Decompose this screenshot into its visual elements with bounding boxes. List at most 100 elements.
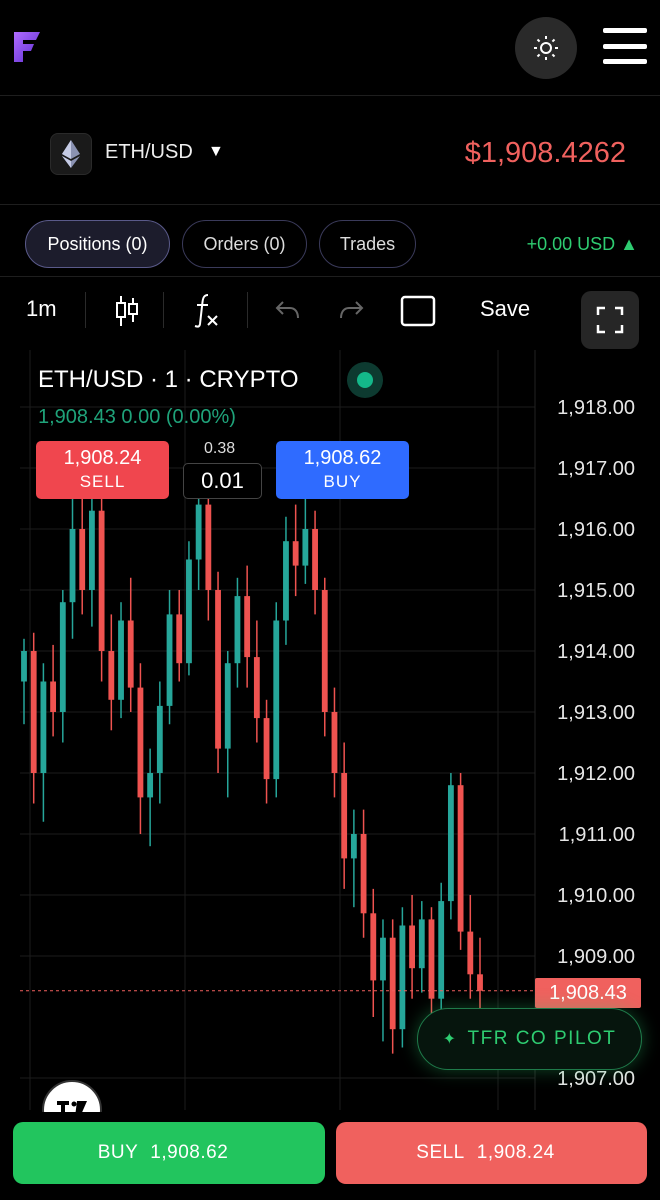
candle-body: [399, 925, 406, 1030]
quick-sell-button[interactable]: 1,908.24 SELL: [36, 441, 169, 499]
candle-body: [341, 773, 348, 859]
pnl-value: +0.00 USD ▲: [526, 234, 638, 254]
buy-button[interactable]: BUY 1,908.62: [13, 1122, 325, 1184]
toolbar-separator: [247, 292, 248, 328]
y-tick-label: 1,907.00: [557, 1068, 635, 1090]
candle-body: [312, 529, 318, 590]
ethereum-icon[interactable]: [50, 133, 92, 175]
candlestick-icon[interactable]: [113, 294, 141, 334]
candle-body: [118, 620, 124, 700]
chart-change: 1,908.43 0.00 (0.00%): [38, 406, 236, 428]
tab-trades[interactable]: Trades: [319, 220, 416, 268]
candle: [321, 577, 328, 737]
y-tick-label: 1,914.00: [557, 641, 635, 663]
y-tick-label: 1,912.00: [557, 763, 635, 785]
quick-sell-price: 1,908.24: [63, 447, 142, 469]
candle-body: [428, 919, 435, 999]
candle-body: [166, 614, 173, 706]
hamburger-menu-icon[interactable]: [603, 28, 647, 64]
pair-name[interactable]: ETH/USD: [105, 141, 193, 164]
candle: [89, 480, 95, 627]
sell-price: 1,908.24: [476, 1142, 555, 1163]
interval-selector[interactable]: 1m: [26, 296, 57, 322]
sell-button[interactable]: SELL 1,908.24: [336, 1122, 647, 1184]
candle: [467, 895, 474, 999]
fx-indicator-icon[interactable]: [192, 292, 220, 335]
candle-body: [50, 681, 57, 712]
y-tick-label: 1,918.00: [557, 397, 635, 419]
candle-body: [409, 925, 415, 969]
candle-body: [79, 529, 86, 590]
candle: [447, 773, 454, 920]
candle: [156, 681, 163, 804]
candle-body: [137, 687, 144, 798]
candle: [312, 510, 318, 615]
quick-sell-label: SELL: [79, 472, 126, 491]
chevron-down-icon[interactable]: ▼: [208, 143, 224, 161]
candle: [234, 577, 241, 688]
candle: [370, 888, 377, 1017]
candle: [457, 773, 464, 950]
candle: [79, 492, 86, 615]
candle: [360, 809, 367, 938]
y-tick-label: 1,916.00: [557, 519, 635, 541]
save-button[interactable]: Save: [480, 296, 530, 322]
tab-positions[interactable]: Positions (0): [25, 220, 170, 268]
candle: [108, 614, 115, 731]
quick-buy-button[interactable]: 1,908.62 BUY: [276, 441, 409, 499]
candle-body: [215, 590, 221, 749]
y-tick-label: 1,911.00: [559, 824, 635, 846]
candle: [399, 907, 406, 1048]
candle: [224, 651, 231, 798]
candle-body: [302, 529, 309, 566]
candle-body: [156, 705, 163, 773]
quantity-input[interactable]: 0.01: [183, 463, 262, 499]
candle-body: [360, 834, 367, 914]
buy-label: BUY: [97, 1142, 139, 1163]
app-header: [0, 0, 660, 96]
tab-orders[interactable]: Orders (0): [182, 220, 307, 268]
candle: [137, 663, 144, 834]
candle: [244, 565, 251, 688]
candle: [30, 632, 37, 804]
undo-icon[interactable]: [274, 298, 300, 328]
candle-body: [98, 510, 105, 651]
candle: [389, 919, 396, 1054]
current-price: $1,908.4262: [464, 137, 626, 169]
redo-icon[interactable]: [339, 298, 365, 328]
brand-f-logo-icon[interactable]: [12, 30, 42, 64]
candle-body: [186, 559, 192, 664]
candle-body: [253, 657, 260, 719]
copilot-label: TFR CO PILOT: [467, 1028, 617, 1049]
candle: [380, 919, 386, 1042]
candle: [273, 602, 280, 798]
candle-body: [205, 504, 212, 590]
sell-label: SELL: [416, 1142, 465, 1163]
buy-price: 1,908.62: [150, 1142, 229, 1163]
quick-buy-price: 1,908.62: [303, 447, 382, 469]
candle-body: [59, 602, 66, 712]
rectangle-icon[interactable]: [400, 295, 436, 333]
candle-body: [467, 931, 474, 975]
candle: [438, 882, 445, 1017]
candle: [59, 590, 66, 743]
candle: [166, 590, 173, 725]
candle: [350, 809, 357, 908]
divider: [0, 276, 660, 277]
candle: [341, 742, 348, 889]
candle: [98, 474, 105, 682]
fullscreen-icon[interactable]: [581, 291, 639, 349]
candle: [263, 699, 270, 804]
candle-body: [224, 663, 231, 749]
candle: [477, 937, 483, 1011]
candle-body: [457, 785, 464, 932]
sun-icon[interactable]: [515, 17, 577, 79]
candle: [428, 907, 435, 1024]
candle: [127, 577, 134, 712]
candle: [40, 663, 47, 822]
y-tick-label: 1,913.00: [557, 702, 635, 724]
candle: [21, 638, 27, 725]
copilot-button[interactable]: ✦ TFR CO PILOT: [417, 1008, 642, 1070]
candle-body: [234, 596, 241, 664]
candle: [215, 571, 221, 773]
